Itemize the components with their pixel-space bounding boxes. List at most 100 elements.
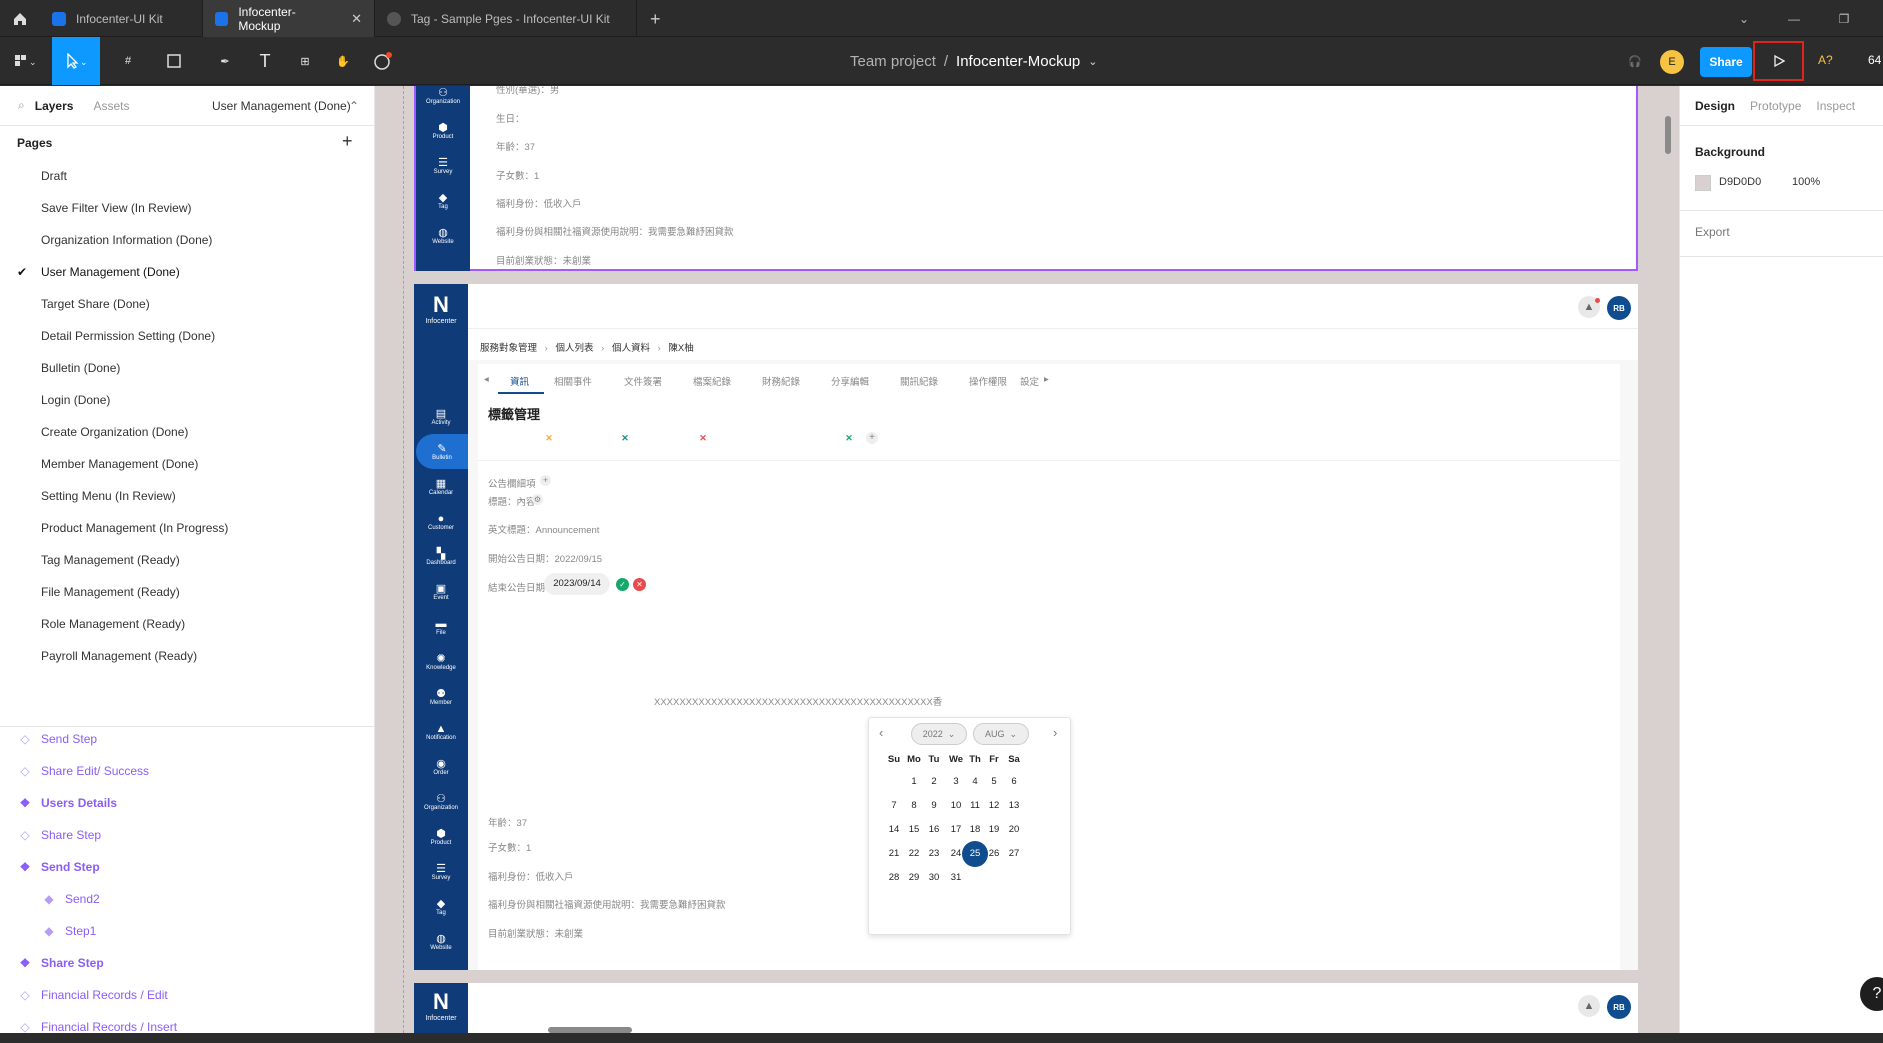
layer-item[interactable]: ◇ Share Edit/ Success xyxy=(0,755,375,787)
comment-tool-icon[interactable] xyxy=(368,37,398,85)
sidebar-item-dashboard[interactable]: ▚ Dashboard xyxy=(414,539,468,574)
add-tag-plus-icon[interactable]: + xyxy=(866,432,878,444)
confirm-check-icon[interactable]: ✓ xyxy=(616,578,629,591)
tab-settings[interactable]: 設定 xyxy=(1020,374,1039,388)
tab-related-events[interactable]: 相關事件 xyxy=(554,374,592,388)
tag-chip[interactable]: Lorem Ipsum Dolor Sit Amet ✕ xyxy=(718,428,860,448)
text-tool-icon[interactable]: T xyxy=(250,37,280,85)
tab-infocenter-ui-kit[interactable]: Infocenter-UI Kit xyxy=(40,0,203,37)
chevron-down-icon[interactable]: ⌄ xyxy=(1722,0,1766,37)
scroll-right-icon[interactable]: ▸ xyxy=(1044,374,1049,385)
sidebar-item-website[interactable]: ◍ Website xyxy=(416,218,470,253)
accessibility-label[interactable]: A? xyxy=(1818,53,1833,67)
layer-item[interactable]: ❖ Send Step xyxy=(0,851,375,883)
sidebar-item-product[interactable]: ⬢ Product xyxy=(414,819,468,854)
page-item[interactable]: Setting Menu (In Review) xyxy=(0,480,374,512)
new-tab-plus-icon[interactable]: + xyxy=(650,9,661,30)
tab-permissions[interactable]: 操作權限 xyxy=(969,374,1007,388)
layer-item[interactable]: ◇ Share Step xyxy=(0,819,375,851)
page-item-current[interactable]: ✔ User Management (Done) xyxy=(0,256,374,288)
design-canvas[interactable]: ⚇ Organization ⬢ Product ☰ Survey ◆ Tag ◍ Web… xyxy=(375,86,1679,1033)
move-tool-icon[interactable]: ⌄ xyxy=(52,37,100,85)
main-menu-icon[interactable]: ⌄ xyxy=(0,37,50,85)
tab-share-edit[interactable]: 分享編輯 xyxy=(831,374,869,388)
sidebar-item-website[interactable]: ◍ Website xyxy=(414,924,468,959)
close-icon[interactable]: ✕ xyxy=(619,432,631,444)
sidebar-item-survey[interactable]: ☰ Survey xyxy=(414,854,468,889)
help-icon[interactable]: ? xyxy=(1860,977,1883,1011)
pen-tool-icon[interactable]: ✒ xyxy=(205,37,245,85)
background-color-swatch[interactable] xyxy=(1695,175,1711,191)
user-avatar[interactable]: RB xyxy=(1607,995,1631,1019)
current-page-selector[interactable]: User Management (Done) xyxy=(212,99,351,113)
tag-chip[interactable]: Lorem ✕ xyxy=(564,428,636,448)
breadcrumb-item[interactable]: 個人列表 xyxy=(555,343,593,354)
page-item[interactable]: Member Management (Done) xyxy=(0,448,374,480)
close-icon[interactable]: ✕ xyxy=(697,432,709,444)
sidebar-item-event[interactable]: ▣ Event xyxy=(414,574,468,609)
end-date-input[interactable]: 2023/09/14 xyxy=(544,573,610,595)
close-icon[interactable]: ✕ xyxy=(543,432,555,444)
tab-infocenter-mockup[interactable]: Infocenter-Mockup ✕ xyxy=(203,0,375,37)
page-item[interactable]: Target Share (Done) xyxy=(0,288,374,320)
page-item[interactable]: File Management (Ready) xyxy=(0,576,374,608)
tab-financial-records[interactable]: 財務紀錄 xyxy=(762,374,800,388)
tab-design[interactable]: Design xyxy=(1695,99,1735,113)
layer-item[interactable]: ◇ Financial Records / Edit xyxy=(0,979,375,1011)
layer-item[interactable]: ◆ Send2 xyxy=(0,883,375,915)
resources-icon[interactable]: ⊞ xyxy=(290,37,320,85)
calendar-day[interactable]: 27 xyxy=(1001,841,1027,867)
layer-item[interactable]: ❖ Share Step xyxy=(0,947,375,979)
sidebar-item-product[interactable]: ⬢ Product xyxy=(416,113,470,148)
layer-item[interactable]: ◆ Step1 xyxy=(0,915,375,947)
page-item[interactable]: Tag Management (Ready) xyxy=(0,544,374,576)
tag-chip[interactable]: Lorem ✕ xyxy=(488,428,560,448)
page-item[interactable]: Role Management (Ready) xyxy=(0,608,374,640)
breadcrumb-item[interactable]: 服務對象管理 xyxy=(480,343,537,354)
frame-tool-icon[interactable]: # xyxy=(108,37,148,85)
headphones-icon[interactable]: 🎧 xyxy=(1620,37,1650,85)
shape-tool-icon[interactable] xyxy=(155,37,195,85)
page-item[interactable]: Payroll Management (Ready) xyxy=(0,640,374,672)
calendar-day[interactable]: 13 xyxy=(1001,793,1027,819)
frame-user-details-top[interactable]: ⚇ Organization ⬢ Product ☰ Survey ◆ Tag ◍ Web… xyxy=(414,86,1638,271)
user-avatar[interactable]: RB xyxy=(1607,296,1631,320)
calendar-day[interactable]: 31 xyxy=(943,865,969,891)
previous-month-icon[interactable]: ‹ xyxy=(879,725,883,740)
page-item[interactable]: Organization Information (Done) xyxy=(0,224,374,256)
tab-file-records[interactable]: 檔案紀錄 xyxy=(693,374,731,388)
sidebar-item-bulletin[interactable]: ✎ Bulletin xyxy=(416,434,468,469)
chevron-up-icon[interactable]: ⌃ xyxy=(349,99,359,113)
minimize-icon[interactable]: — xyxy=(1772,0,1816,37)
sidebar-item-knowledge[interactable]: ✺ Knowledge xyxy=(414,644,468,679)
cancel-x-icon[interactable]: ✕ xyxy=(633,578,646,591)
share-button[interactable]: Share xyxy=(1700,47,1752,77)
layer-item[interactable]: ◇ Send Step xyxy=(0,723,375,755)
chevron-down-icon[interactable]: ⌄ xyxy=(1088,55,1097,68)
sidebar-item-calendar[interactable]: ▦ Calendar xyxy=(414,469,468,504)
sidebar-item-notification[interactable]: ▲ Notification xyxy=(414,714,468,749)
search-icon[interactable]: ⌕ xyxy=(18,98,25,113)
layer-item[interactable]: ◇ Financial Records / Insert xyxy=(0,1011,375,1043)
add-page-plus-icon[interactable]: + xyxy=(342,131,353,152)
calendar-day[interactable]: 6 xyxy=(1001,769,1027,795)
tab-layers[interactable]: Layers xyxy=(35,99,74,113)
page-item[interactable]: Save Filter View (In Review) xyxy=(0,192,374,224)
sidebar-item-tag[interactable]: ◆ Tag xyxy=(414,889,468,924)
sidebar-item-organization[interactable]: ⚇ Organization xyxy=(414,784,468,819)
home-icon[interactable] xyxy=(0,0,40,37)
page-item[interactable]: Draft xyxy=(0,160,374,192)
layer-item[interactable]: ❖ Users Details xyxy=(0,787,375,819)
file-name[interactable]: Infocenter-Mockup xyxy=(956,53,1080,70)
vertical-scrollbar[interactable] xyxy=(1665,116,1671,154)
sidebar-item-organization[interactable]: ⚇ Organization xyxy=(416,86,470,113)
tab-message-records[interactable]: 關訊紀錄 xyxy=(900,374,938,388)
month-select[interactable]: AUG ⌄ xyxy=(973,723,1029,745)
add-plus-icon[interactable]: + xyxy=(540,475,551,486)
page-item[interactable]: Bulletin (Done) xyxy=(0,352,374,384)
horizontal-scrollbar[interactable] xyxy=(548,1027,632,1033)
tag-chip[interactable]: Lorem ✕ xyxy=(642,428,714,448)
sidebar-item-customer[interactable]: ● Customer xyxy=(414,504,468,539)
scroll-left-icon[interactable]: ◂ xyxy=(484,374,489,385)
page-item[interactable]: Product Management (In Progress) xyxy=(0,512,374,544)
